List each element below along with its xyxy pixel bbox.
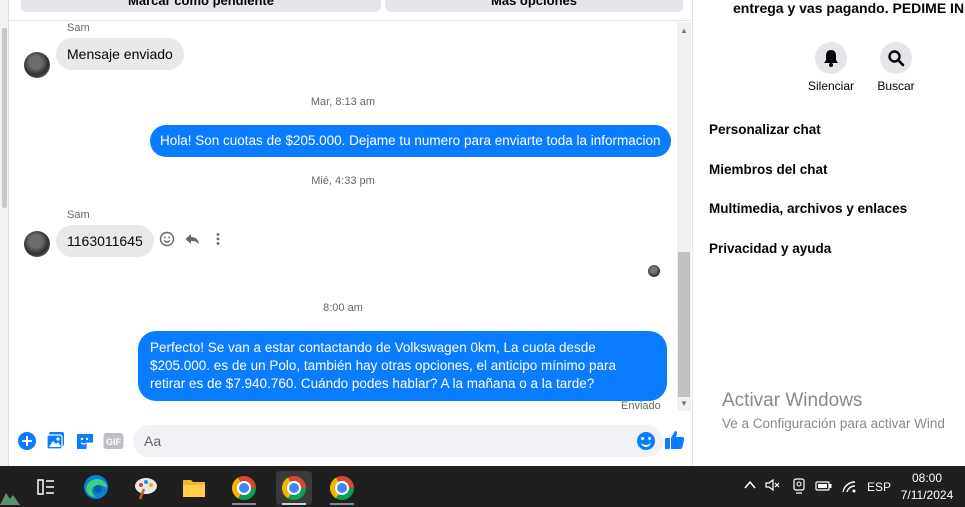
volume-muted-icon[interactable] (765, 478, 781, 495)
search-label: Buscar (877, 79, 915, 93)
timestamp: Mié, 4:33 pm (311, 175, 375, 187)
outgoing-message[interactable]: Perfecto! Se van a estar contactando de … (138, 331, 667, 401)
chat-scrollbar[interactable]: ▲ ▼ (677, 22, 691, 411)
bell-icon (824, 50, 838, 67)
message-list: Sam Mensaje enviado Mar, 8:13 am Hola! S… (9, 21, 677, 421)
mark-pending-button[interactable]: Marcar como pendiente (21, 0, 381, 12)
more-options-button[interactable]: Más opciones (385, 0, 683, 12)
clock[interactable]: 08:00 7/11/2024 (893, 470, 961, 504)
paint-icon[interactable] (128, 471, 164, 505)
timestamp: 8:00 am (323, 302, 363, 314)
menu-item-chat-members[interactable]: Miembros del chat (709, 162, 828, 177)
thumbs-up-icon[interactable] (664, 429, 686, 451)
emoji-icon[interactable] (637, 432, 655, 450)
incoming-message[interactable]: Mensaje enviado (56, 38, 184, 70)
gif-icon[interactable]: GIF (103, 431, 124, 451)
chrome-profile-window-icon[interactable] (324, 471, 360, 505)
menu-item-media-files-links[interactable]: Multimedia, archivos y enlaces (709, 201, 907, 216)
menu-item-customize-chat[interactable]: Personalizar chat (709, 122, 821, 137)
avatar[interactable] (24, 52, 50, 78)
search-button[interactable] (880, 42, 912, 74)
search-icon (888, 50, 905, 67)
activate-windows-title: Activar Windows (722, 390, 863, 411)
avatar[interactable] (24, 231, 50, 257)
left-scrollbar-thumb[interactable] (2, 28, 7, 208)
message-status: Enviado (621, 400, 661, 412)
react-icon[interactable] (158, 231, 176, 249)
panel-divider (692, 0, 693, 466)
read-receipt-avatar (648, 265, 660, 277)
input-language[interactable]: ESP (867, 480, 891, 494)
sender-name: Sam (67, 209, 90, 221)
mute-label: Silenciar (807, 79, 855, 93)
image-icon[interactable] (46, 431, 66, 451)
more-vertical-icon[interactable] (209, 231, 227, 249)
task-view-icon[interactable] (28, 471, 64, 505)
wifi-icon[interactable] (841, 479, 857, 496)
scroll-up-arrow-icon[interactable]: ▲ (677, 24, 691, 38)
incoming-message[interactable]: 1163011645 (56, 225, 154, 257)
sender-name: Sam (67, 22, 90, 34)
left-scrollbar[interactable] (0, 0, 9, 466)
battery-icon[interactable] (815, 480, 833, 495)
message-input-placeholder: Aa (144, 433, 162, 449)
file-explorer-icon[interactable] (176, 471, 212, 505)
outgoing-message[interactable]: Hola! Son cuotas de $205.000. Dejame tu … (150, 125, 671, 157)
chrome-active-window-icon[interactable] (276, 471, 312, 505)
clock-time: 08:00 (911, 471, 943, 485)
reply-icon[interactable] (183, 231, 201, 249)
meet-now-icon[interactable] (792, 478, 806, 497)
mute-button[interactable] (815, 42, 847, 74)
chat-scrollbar-thumb[interactable] (678, 252, 690, 397)
taskbar: ESP 08:00 7/11/2024 (0, 466, 965, 507)
timestamp: Mar, 8:13 am (310, 96, 376, 108)
activate-windows-subtitle: Ve a Configuración para activar Wind (722, 416, 945, 431)
composer: GIF Aa (9, 422, 692, 462)
menu-item-privacy-help[interactable]: Privacidad y ayuda (709, 241, 831, 256)
plus-icon[interactable] (17, 431, 37, 451)
clock-date: 7/11/2024 (900, 488, 954, 502)
edge-icon[interactable] (78, 471, 114, 505)
sticker-icon[interactable] (75, 431, 95, 451)
scroll-down-arrow-icon[interactable]: ▼ (677, 397, 691, 411)
widgets-icon[interactable] (0, 471, 22, 505)
gif-label: GIF (106, 437, 122, 447)
message-input[interactable]: Aa (133, 425, 663, 457)
chevron-up-icon[interactable] (743, 478, 757, 495)
contact-intro-text: entrega y vas pagando. PEDIME IN (733, 0, 965, 16)
chrome-window-icon[interactable] (226, 471, 262, 505)
